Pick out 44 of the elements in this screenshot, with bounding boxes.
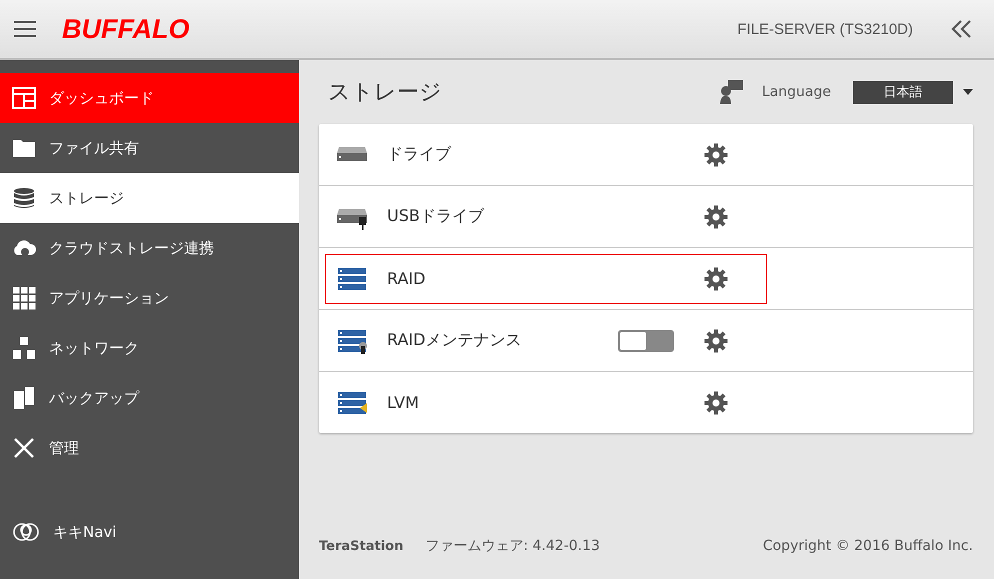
sidebar-item[interactable]: クラウドストレージ連携 [0,223,299,273]
settings-icon[interactable] [704,328,728,352]
storage-item[interactable]: USBドライブ [325,192,767,242]
caret-icon[interactable] [963,89,973,95]
logo: BUFFALO [62,14,190,44]
settings-icon[interactable] [704,390,728,414]
page-title: ストレージ [328,79,442,107]
language-label: Language [762,84,831,100]
storage-item[interactable]: RAIDメンテナンス [325,316,767,366]
sidebar-item[interactable]: アプリケーション [0,273,299,323]
network-icon [12,336,36,360]
toggle-switch[interactable] [618,330,674,352]
storage-item-label: RAIDメンテナンス [387,330,522,351]
settings-icon[interactable] [704,204,728,228]
backup-icon [12,386,36,410]
storage-item[interactable]: ドライブ [325,130,767,180]
brand-name: TeraStation [319,538,404,554]
sidebar-item[interactable]: ファイル共有 [0,123,299,173]
sidebar-item[interactable]: バックアップ [0,373,299,423]
copyright: Copyright © 2016 Buffalo Inc. [762,538,973,554]
storage-item[interactable]: LVM [325,378,767,428]
collapse-icon[interactable] [951,19,973,39]
sidebar-item[interactable]: キキNavi [0,507,299,557]
settings-icon[interactable] [704,142,728,166]
speech-person-icon [718,79,744,105]
settings-icon[interactable] [704,266,728,290]
storage-item-label: ドライブ [387,144,451,165]
sidebar-item[interactable]: ストレージ [0,173,299,223]
admin-icon [12,436,36,460]
storage-item-label: USBドライブ [387,206,484,227]
dashboard-icon [12,86,36,110]
sidebar-item[interactable]: ダッシュボード [0,73,299,123]
rings-icon [12,520,40,544]
firmware-version: ファームウェア: 4.42-0.13 [425,537,600,555]
sidebar-item[interactable]: 管理 [0,423,299,473]
storage-item-label: RAID [387,269,426,288]
device-name: FILE-SERVER (TS3210D) [737,20,913,38]
menu-icon[interactable] [14,20,36,38]
storage-item-label: LVM [387,393,419,412]
sidebar-item[interactable]: ネットワーク [0,323,299,373]
language-select[interactable]: 日本語 [853,80,953,104]
apps-icon [12,286,36,310]
storage-item[interactable]: RAID [325,254,767,304]
storage-icon [12,186,36,210]
